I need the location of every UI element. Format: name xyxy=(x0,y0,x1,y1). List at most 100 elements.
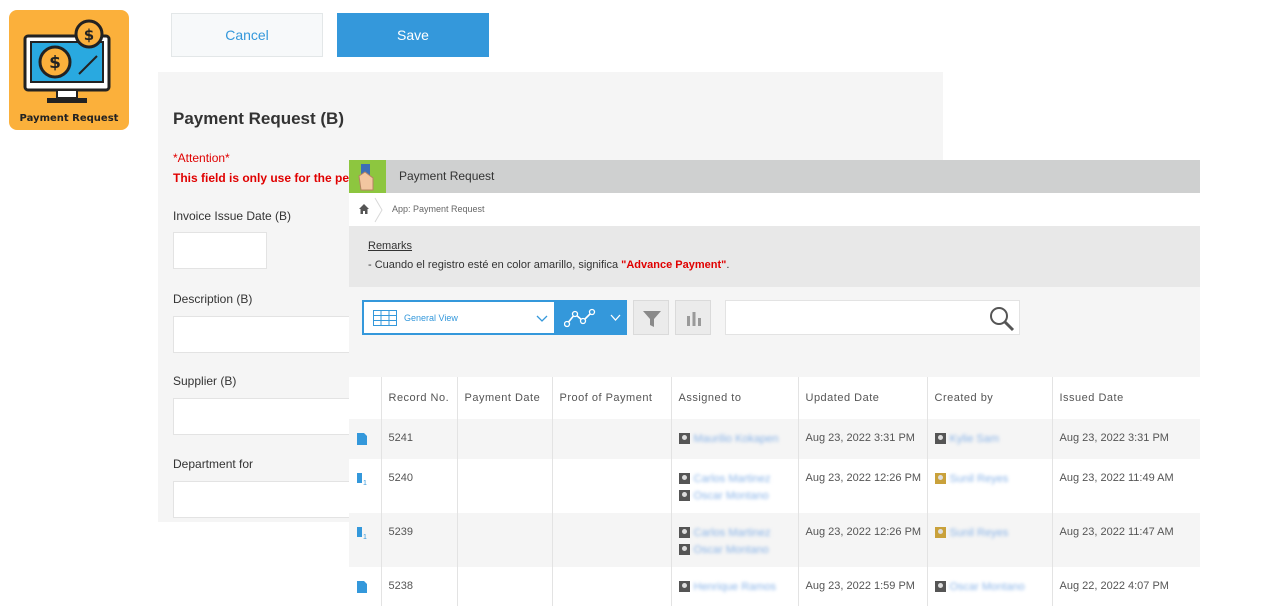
svg-text:1: 1 xyxy=(363,534,367,540)
table-header-row: Record No. Payment Date Proof of Payment… xyxy=(349,377,1200,419)
creator[interactable]: Sunil Reyes xyxy=(934,526,1052,539)
creator[interactable]: Sunil Reyes xyxy=(934,472,1052,485)
payment-request-app-icon[interactable]: $ $ Payment Request xyxy=(9,10,129,130)
created-by-cell: Sunil Reyes xyxy=(927,513,1053,567)
app-icon-label: Payment Request xyxy=(19,113,119,124)
remarks-panel: Remarks - Cuando el registro esté en col… xyxy=(349,226,1200,287)
app-title: Payment Request xyxy=(399,169,495,183)
column-header-proof-of-payment[interactable]: Proof of Payment xyxy=(552,377,672,419)
issued-date-cell: Aug 23, 2022 3:31 PM xyxy=(1052,419,1200,459)
created-by-cell: Kylie Sam xyxy=(927,419,1053,459)
assignee[interactable]: Oscar Montano xyxy=(678,543,798,556)
updated-date-cell: Aug 23, 2022 12:26 PM xyxy=(798,513,928,567)
assignee-name[interactable]: Carlos Martinez xyxy=(694,527,771,539)
creator-name[interactable]: Sunil Reyes xyxy=(950,473,1009,485)
record-multi-icon[interactable]: 1 xyxy=(356,526,368,540)
remarks-text: - Cuando el registro esté en color amari… xyxy=(368,259,729,271)
assignee-name[interactable]: Carlos Martinez xyxy=(694,473,771,485)
assignee[interactable]: Maurilio Kokapen xyxy=(678,432,798,445)
screenshot-stage: $ $ Payment Request Cancel Save Payment … xyxy=(0,0,1280,606)
table-row[interactable]: 5238 Henrique Ramos Aug 23, 2022 1:59 PM… xyxy=(349,567,1200,606)
remarks-title: Remarks xyxy=(368,240,413,252)
assignee[interactable]: Oscar Montano xyxy=(678,489,798,502)
user-icon xyxy=(678,527,690,538)
svg-text:$: $ xyxy=(49,53,61,73)
chevron-down-icon xyxy=(610,314,621,321)
column-header-updated-date[interactable]: Updated Date xyxy=(798,377,928,419)
record-multi-icon[interactable]: 1 xyxy=(356,472,368,486)
supplier-label: Supplier (B) xyxy=(173,374,237,388)
assignee[interactable]: Carlos Martinez xyxy=(678,472,798,485)
proof-of-payment-cell xyxy=(552,419,672,459)
creator[interactable]: Oscar Montano xyxy=(934,580,1052,593)
column-header-record-no[interactable]: Record No. xyxy=(381,377,458,419)
cancel-button[interactable]: Cancel xyxy=(171,13,323,57)
remarks-suffix: . xyxy=(726,259,730,271)
assigned-to-cell: Henrique Ramos xyxy=(671,567,799,606)
search-icon[interactable] xyxy=(989,306,1015,332)
breadcrumb-app-link[interactable]: App: Payment Request xyxy=(392,204,485,214)
save-button[interactable]: Save xyxy=(337,13,489,57)
description-input[interactable] xyxy=(173,316,373,353)
svg-text:1: 1 xyxy=(363,480,367,486)
assignee-name[interactable]: Oscar Montano xyxy=(694,490,769,502)
invoice-issue-date-label: Invoice Issue Date (B) xyxy=(173,209,292,223)
updated-date-cell: Aug 23, 2022 12:26 PM xyxy=(798,459,928,513)
column-header-created-by[interactable]: Created by xyxy=(927,377,1053,419)
issued-date-cell: Aug 23, 2022 11:47 AM xyxy=(1052,513,1200,567)
department-input[interactable] xyxy=(173,481,373,518)
user-photo-icon xyxy=(934,473,946,484)
line-graph-icon xyxy=(564,308,596,328)
supplier-input[interactable] xyxy=(173,398,373,435)
assignee[interactable]: Henrique Ramos xyxy=(678,580,798,593)
creator-name[interactable]: Sunil Reyes xyxy=(950,527,1009,539)
proof-of-payment-cell xyxy=(552,459,672,513)
chart-button[interactable] xyxy=(675,300,711,335)
app-header-icon[interactable] xyxy=(349,160,386,193)
assignee-name[interactable]: Maurilio Kokapen xyxy=(694,433,779,445)
column-header-assigned-to[interactable]: Assigned to xyxy=(671,377,799,419)
record-no-cell: 5239 xyxy=(381,513,458,567)
assignee-name[interactable]: Henrique Ramos xyxy=(694,581,777,593)
creator[interactable]: Kylie Sam xyxy=(934,432,1052,445)
record-detail-cell[interactable] xyxy=(349,567,382,606)
proof-of-payment-cell xyxy=(552,513,672,567)
breadcrumb: App: Payment Request xyxy=(349,193,1200,226)
attention-text: This field is only use for the pe xyxy=(173,171,350,185)
payment-date-cell xyxy=(457,513,553,567)
record-detail-icon[interactable] xyxy=(356,432,368,446)
column-header-icon xyxy=(349,377,382,419)
table-row[interactable]: 5241 Maurilio Kokapen Aug 23, 2022 3:31 … xyxy=(349,419,1200,459)
record-detail-cell[interactable]: 1 xyxy=(349,459,382,513)
assignee[interactable]: Carlos Martinez xyxy=(678,526,798,539)
payment-date-cell xyxy=(457,567,553,606)
table-row[interactable]: 1 5239 Carlos Martinez Oscar Montano Aug… xyxy=(349,513,1200,567)
payment-date-cell xyxy=(457,419,553,459)
record-no-cell: 5241 xyxy=(381,419,458,459)
bar-chart-icon xyxy=(687,312,701,326)
column-header-payment-date[interactable]: Payment Date xyxy=(457,377,553,419)
view-selector[interactable]: General View xyxy=(362,300,556,335)
table-row[interactable]: 1 5240 Carlos Martinez Oscar Montano Aug… xyxy=(349,459,1200,513)
record-detail-cell[interactable] xyxy=(349,419,382,459)
search-input[interactable] xyxy=(725,300,1020,335)
assigned-to-cell: Carlos Martinez Oscar Montano xyxy=(671,513,799,567)
home-icon[interactable] xyxy=(357,202,371,216)
svg-text:$: $ xyxy=(84,26,94,44)
creator-name[interactable]: Oscar Montano xyxy=(950,581,1025,593)
filter-icon xyxy=(643,311,661,327)
creator-name[interactable]: Kylie Sam xyxy=(950,433,1000,445)
user-icon xyxy=(678,581,690,592)
user-icon xyxy=(934,433,946,444)
column-header-issued-date[interactable]: Issued Date xyxy=(1052,377,1200,419)
updated-date-cell: Aug 23, 2022 1:59 PM xyxy=(798,567,928,606)
chevron-down-icon xyxy=(536,315,548,322)
assignee-name[interactable]: Oscar Montano xyxy=(694,544,769,556)
filter-button[interactable] xyxy=(633,300,669,335)
invoice-issue-date-input[interactable] xyxy=(173,232,267,269)
proof-of-payment-cell xyxy=(552,567,672,606)
graph-view-button[interactable] xyxy=(556,300,627,335)
table-view-icon xyxy=(373,310,397,326)
record-detail-cell[interactable]: 1 xyxy=(349,513,382,567)
record-detail-icon[interactable] xyxy=(356,580,368,594)
